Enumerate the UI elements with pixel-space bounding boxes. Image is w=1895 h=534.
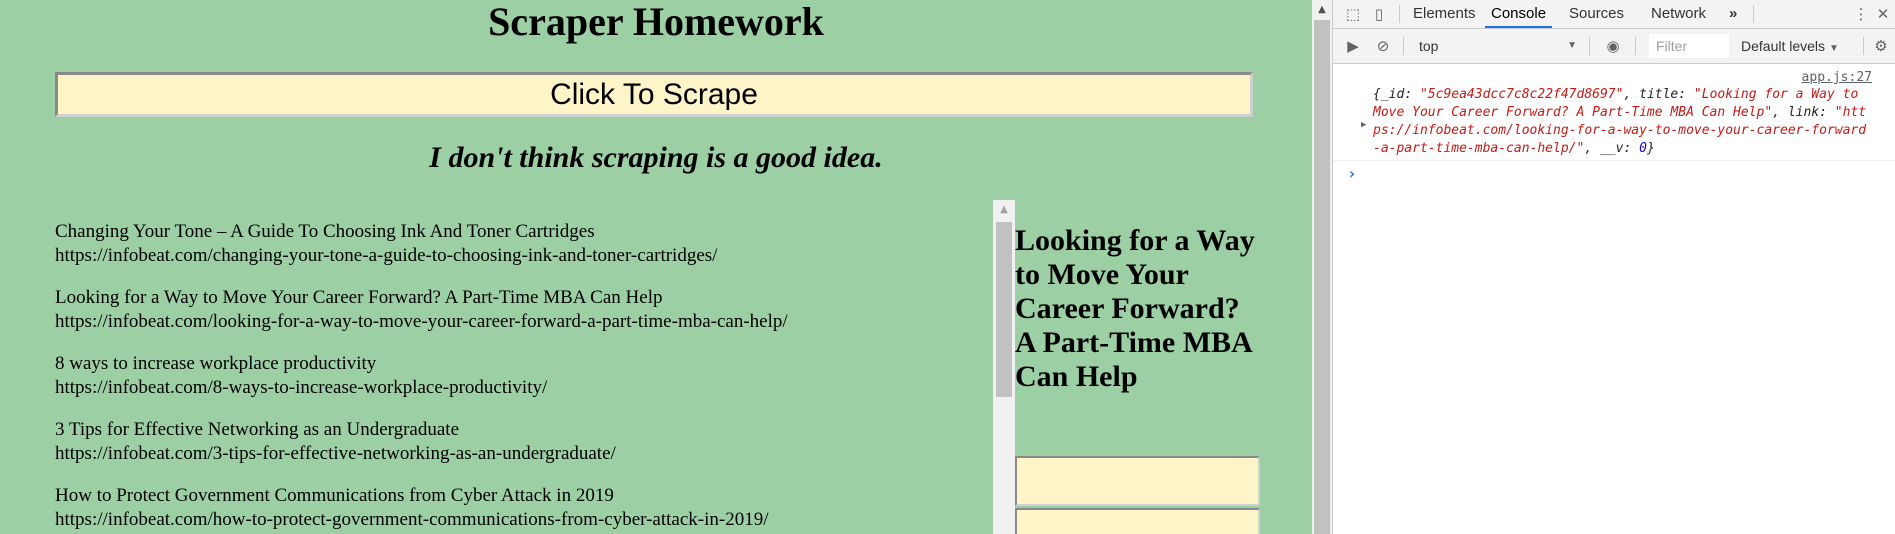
note-article-title: Looking for a Way to Move Your Career Fo… xyxy=(1015,224,1255,393)
scroll-up-arrow-icon[interactable]: ▲ xyxy=(993,200,1015,220)
tab-network[interactable]: Network xyxy=(1651,0,1706,28)
log-brace: { xyxy=(1373,87,1381,102)
divider xyxy=(1753,5,1754,23)
scrollbar-thumb[interactable] xyxy=(996,222,1012,397)
log-source-link[interactable]: app.js:27 xyxy=(1802,70,1872,86)
article-list-scrollbar[interactable]: ▲ xyxy=(993,200,1015,534)
log-key: title xyxy=(1639,87,1679,102)
log-brace: } xyxy=(1646,141,1655,156)
article-title[interactable]: Changing Your Tone – A Guide To Choosing… xyxy=(55,220,995,244)
article-link[interactable]: https://infobeat.com/changing-your-tone-… xyxy=(55,244,995,268)
log-levels-dropdown[interactable]: Default levels ▼ xyxy=(1741,35,1839,57)
inspect-icon[interactable]: ⬚ xyxy=(1343,4,1363,24)
list-item[interactable]: Changing Your Tone – A Guide To Choosing… xyxy=(55,220,995,286)
console-prompt[interactable]: › xyxy=(1347,164,1357,183)
note-title-input[interactable] xyxy=(1015,456,1260,506)
devtools-panel: ⬚ ▯ Elements Console Sources Network » ⋮… xyxy=(1332,0,1895,534)
note-body-textarea[interactable] xyxy=(1015,508,1260,534)
log-number: 0 xyxy=(1639,141,1647,156)
console-filter-input[interactable] xyxy=(1649,34,1729,58)
article-title[interactable]: 3 Tips for Effective Networking as an Un… xyxy=(55,418,995,442)
scroll-up-arrow-icon[interactable]: ▲ xyxy=(1312,0,1332,20)
web-page: Scraper Homework Click To Scrape I don't… xyxy=(0,0,1312,534)
divider xyxy=(1403,37,1404,55)
divider xyxy=(1589,37,1590,55)
article-link[interactable]: https://infobeat.com/8-ways-to-increase-… xyxy=(55,376,995,400)
list-item[interactable]: Looking for a Way to Move Your Career Fo… xyxy=(55,286,995,352)
page-scrollbar[interactable]: ▲ xyxy=(1312,0,1332,534)
article-list: Changing Your Tone – A Guide To Choosing… xyxy=(55,220,995,534)
expand-triangle-icon[interactable]: ▶ xyxy=(1361,116,1366,134)
close-devtools-icon[interactable]: ✕ xyxy=(1873,4,1893,24)
divider xyxy=(1635,37,1636,55)
scrollbar-thumb[interactable] xyxy=(1314,20,1330,534)
kebab-menu-icon[interactable]: ⋮ xyxy=(1851,4,1871,24)
article-link[interactable]: https://infobeat.com/3-tips-for-effectiv… xyxy=(55,442,995,466)
article-link[interactable]: https://infobeat.com/how-to-protect-gove… xyxy=(55,508,995,532)
log-levels-label: Default levels xyxy=(1741,38,1826,54)
article-title[interactable]: How to Protect Government Communications… xyxy=(55,484,995,508)
log-object[interactable]: {_id: "5c9ea43dcc7c8c22f47d8697", title:… xyxy=(1373,86,1873,158)
chevron-down-icon: ▼ xyxy=(1567,40,1577,51)
article-link[interactable]: https://infobeat.com/looking-for-a-way-t… xyxy=(55,310,995,334)
more-tabs-button[interactable]: » xyxy=(1729,0,1737,28)
context-select[interactable]: top ▼ xyxy=(1419,35,1579,57)
list-item[interactable]: 3 Tips for Effective Networking as an Un… xyxy=(55,418,995,484)
settings-gear-icon[interactable]: ⚙ xyxy=(1871,36,1891,56)
tab-console[interactable]: Console xyxy=(1485,0,1553,28)
tab-sources[interactable]: Sources xyxy=(1569,0,1624,28)
console-toolbar: ▶ ⊘ top ▼ ◉ Default levels ▼ ⚙ xyxy=(1333,29,1895,64)
log-key: link xyxy=(1787,105,1820,120)
article-title[interactable]: Looking for a Way to Move Your Career Fo… xyxy=(55,286,995,310)
divider xyxy=(1399,5,1400,23)
page-title: Scraper Homework xyxy=(488,0,824,44)
sidebar-toggle-icon[interactable]: ▶ xyxy=(1343,36,1363,56)
eye-icon[interactable]: ◉ xyxy=(1603,36,1623,56)
scrape-button[interactable]: Click To Scrape xyxy=(55,72,1253,117)
clear-console-icon[interactable]: ⊘ xyxy=(1373,36,1393,56)
chevron-down-icon: ▼ xyxy=(1828,43,1839,54)
log-key: _id xyxy=(1380,87,1405,102)
console-output: app.js:27 ▶ {_id: "5c9ea43dcc7c8c22f47d8… xyxy=(1333,64,1895,534)
console-log-entry: app.js:27 ▶ {_id: "5c9ea43dcc7c8c22f47d8… xyxy=(1333,64,1895,161)
list-item[interactable]: 8 ways to increase workplace productivit… xyxy=(55,352,995,418)
list-item[interactable]: How to Protect Government Communications… xyxy=(55,484,995,534)
page-subtitle: I don't think scraping is a good idea. xyxy=(429,141,883,174)
device-toolbar-icon[interactable]: ▯ xyxy=(1369,4,1389,24)
devtools-tab-bar: ⬚ ▯ Elements Console Sources Network » ⋮… xyxy=(1333,0,1895,29)
divider xyxy=(1863,37,1864,55)
tab-elements[interactable]: Elements xyxy=(1413,0,1476,28)
context-value: top xyxy=(1419,38,1439,54)
article-title[interactable]: 8 ways to increase workplace productivit… xyxy=(55,352,995,376)
log-string: "5c9ea43dcc7c8c22f47d8697" xyxy=(1419,87,1624,102)
log-key: __v xyxy=(1599,141,1624,156)
